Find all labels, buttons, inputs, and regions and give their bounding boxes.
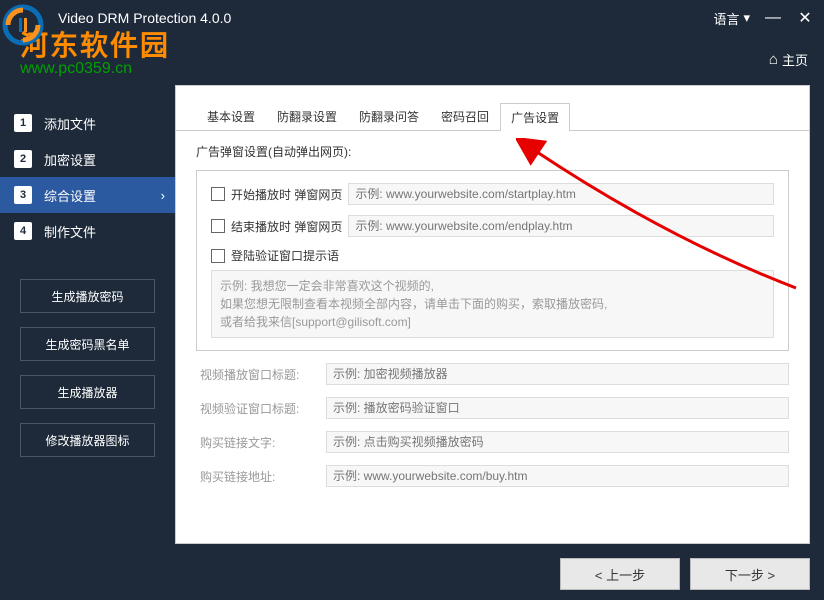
sidebar-item-build[interactable]: 4 制作文件 (0, 213, 175, 249)
app-title: Video DRM Protection 4.0.0 (58, 10, 231, 26)
language-selector[interactable]: 语言 ▾ (713, 9, 750, 28)
login-hint-label: 登陆验证窗口提示语 (231, 247, 339, 264)
buy-text-input[interactable] (326, 431, 789, 453)
chevron-right-icon: › (161, 188, 165, 203)
chevron-down-icon: ▾ (743, 10, 750, 26)
verify-title-input[interactable] (326, 397, 789, 419)
sidebar-item-add-files[interactable]: 1 添加文件 (0, 105, 175, 141)
generate-player-button[interactable]: 生成播放器 (20, 375, 155, 409)
buy-url-label: 购买链接地址: (200, 468, 310, 485)
login-hint-checkbox[interactable] (211, 249, 225, 263)
player-title-label: 视频播放窗口标题: (200, 366, 310, 383)
tab-basic[interactable]: 基本设置 (196, 102, 266, 130)
buy-url-input[interactable] (326, 465, 789, 487)
prev-button[interactable]: < 上一步 (560, 558, 680, 590)
popup-settings-group: 开始播放时 弹窗网页 结束播放时 弹窗网页 登陆验证窗口提示语 示例: 我想您一… (196, 170, 789, 351)
sidebar-item-encryption[interactable]: 2 加密设置 (0, 141, 175, 177)
section-title: 广告弹窗设置(自动弹出网页): (196, 143, 789, 160)
start-popup-label: 开始播放时 弹窗网页 (231, 186, 342, 203)
start-popup-checkbox[interactable] (211, 187, 225, 201)
start-popup-input[interactable] (348, 183, 774, 205)
next-button[interactable]: 下一步 > (690, 558, 810, 590)
footer-nav: < 上一步 下一步 > (560, 558, 810, 590)
modify-player-icon-button[interactable]: 修改播放器图标 (20, 423, 155, 457)
end-popup-label: 结束播放时 弹窗网页 (231, 218, 342, 235)
login-hint-textarea[interactable]: 示例: 我想您一定会非常喜欢这个视频的, 如果您想无限制查看本视频全部内容，请单… (211, 270, 774, 338)
tab-password-recall[interactable]: 密码召回 (430, 102, 500, 130)
minimize-button[interactable]: — (764, 9, 782, 27)
tabs: 基本设置 防翻录设置 防翻录问答 密码召回 广告设置 (176, 86, 809, 131)
app-logo-icon (2, 4, 44, 46)
buy-text-label: 购买链接文字: (200, 434, 310, 451)
tab-antirecord-qa[interactable]: 防翻录问答 (348, 102, 430, 130)
generate-password-button[interactable]: 生成播放密码 (20, 279, 155, 313)
home-icon: ⌂ (769, 51, 778, 68)
main-panel: 基本设置 防翻录设置 防翻录问答 密码召回 广告设置 广告弹窗设置(自动弹出网页… (175, 85, 810, 544)
home-link[interactable]: ⌂ 主页 (769, 50, 808, 69)
verify-title-label: 视频验证窗口标题: (200, 400, 310, 417)
end-popup-checkbox[interactable] (211, 219, 225, 233)
tab-ads[interactable]: 广告设置 (500, 103, 570, 131)
generate-blacklist-button[interactable]: 生成密码黑名单 (20, 327, 155, 361)
end-popup-input[interactable] (348, 215, 774, 237)
sidebar: 1 添加文件 2 加密设置 3 综合设置 › 4 制作文件 生成播放密码 生成密… (0, 85, 175, 600)
sidebar-item-general[interactable]: 3 综合设置 › (0, 177, 175, 213)
close-button[interactable]: ✕ (796, 9, 814, 27)
tab-antirecord[interactable]: 防翻录设置 (266, 102, 348, 130)
player-title-input[interactable] (326, 363, 789, 385)
titlebar: Video DRM Protection 4.0.0 语言 ▾ — ✕ (0, 0, 824, 36)
